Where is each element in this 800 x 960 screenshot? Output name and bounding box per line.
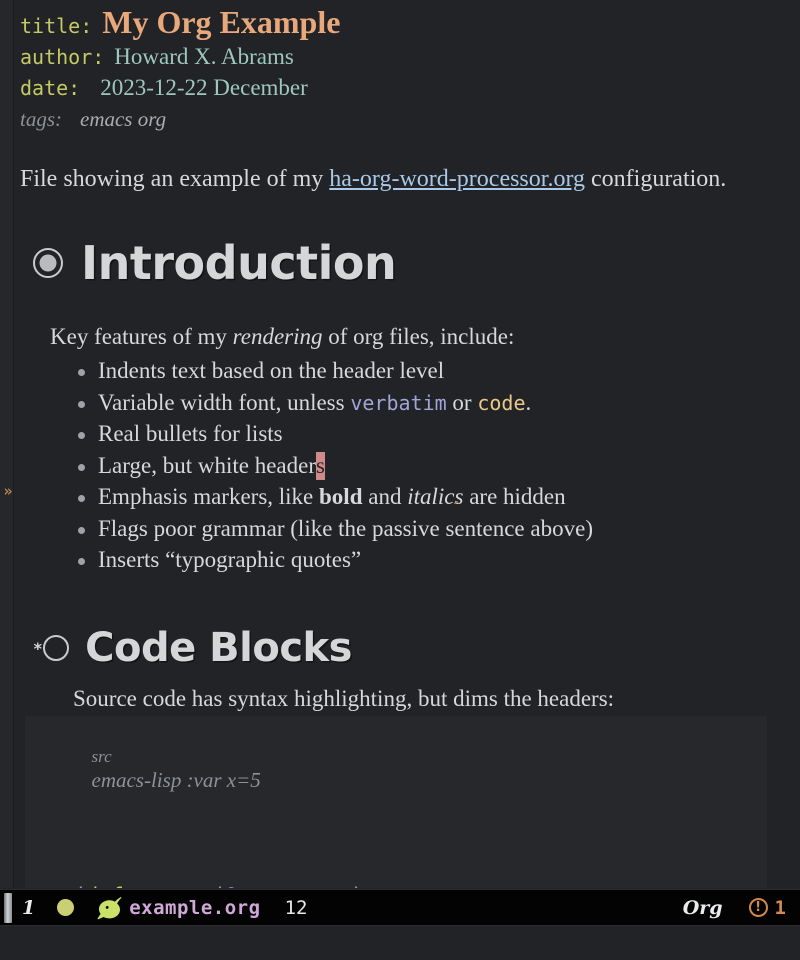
left-fringe: » (0, 0, 14, 888)
list-item: Inserts “typographic quotes” (76, 545, 770, 576)
meta-keyword-author: author: (20, 45, 105, 69)
section-code-blocks-body: Source code has syntax highlighting, but… (25, 686, 800, 888)
list-item-text-before: Large, but white header (98, 452, 316, 478)
section-introduction-body: Key features of my rendering of org file… (50, 324, 770, 577)
heading-stars: * (33, 638, 43, 658)
mode-line[interactable]: 1 example.org 12 Org ! 1 (0, 889, 800, 926)
code-line: (defun sum (&rest nums) (73, 882, 767, 888)
error-exclamation-icon: ! (748, 898, 768, 917)
source-block-code[interactable]: (defun sum (&rest nums) "Sums all the NU… (25, 821, 767, 888)
list-item-text: Indents text based on the header level (98, 358, 445, 383)
bold-span: bold (319, 484, 363, 509)
meta-row-title: title: My Org Example (20, 4, 341, 40)
source-block[interactable]: src emacs-lisp :var x=5 (defun sum (&res… (25, 716, 767, 888)
list-item-text: Real bullets for lists (98, 421, 283, 446)
heading-bullet-hollow-ring-icon (43, 635, 70, 661)
meta-row-tags: tags: emacs org (20, 107, 166, 132)
code-span: code (477, 390, 526, 415)
list-item-text-before: Variable width font, unless (98, 389, 351, 415)
org-link-ha-org-word-processor[interactable]: ha-org-word-processor.org (329, 166, 585, 192)
list-item-text-before: Emphasis markers, like (98, 484, 320, 509)
meta-keyword-title: title: (20, 14, 93, 38)
list-item: Emphasis markers, like bold and italics … (76, 482, 770, 521)
source-block-begin-label: src (91, 747, 112, 766)
list-item-text-after: . (525, 389, 532, 415)
intro-italic: rendering (232, 324, 323, 349)
meta-keyword-date: date: (20, 76, 81, 100)
list-item: Indents text based on the header level (76, 356, 770, 387)
heading-code-blocks[interactable]: * Code Blocks (33, 625, 352, 671)
intro-before: Key features of my (50, 324, 233, 349)
lead-text-before: File showing an example of my (20, 166, 330, 192)
lead-paragraph: File showing an example of my ha-org-wor… (20, 166, 726, 193)
fringe-continuation-icon: » (3, 482, 13, 500)
italic-span-grammar-flagged: italics (407, 482, 463, 521)
mode-line-buffer-name[interactable]: example.org (129, 897, 260, 919)
meta-keyword-tags: tags: (20, 107, 62, 131)
list-item-text-after: are hidden (463, 484, 566, 509)
intro-after: of org files, include: (322, 324, 515, 349)
lead-text-after: configuration. (585, 166, 727, 192)
code-lead-text: Source code has syntax highlighting, but… (73, 686, 615, 711)
meta-row-date: date: 2023-12-22 December (20, 75, 308, 101)
list-item: Flags poor grammar (like the passive sen… (76, 514, 770, 545)
meta-row-author: author: Howard X. Abrams (20, 44, 294, 70)
mode-line-position: 12 (284, 896, 308, 919)
mode-line-grip[interactable] (4, 892, 12, 923)
echo-area[interactable] (0, 927, 800, 960)
verbatim-span: verbatim (350, 390, 447, 415)
list-item-text-middle: and (362, 484, 408, 509)
document-title: My Org Example (102, 4, 341, 40)
error-count: 1 (774, 896, 786, 919)
org-buffer[interactable]: title: My Org Example author: Howard X. … (15, 0, 800, 888)
emacs-frame: » title: My Org Example author: Howard X… (0, 0, 800, 960)
heading-introduction[interactable]: Introduction (33, 236, 397, 290)
document-date: 2023-12-22 December (100, 75, 308, 100)
section-intro-line: Key features of my rendering of org file… (50, 324, 770, 350)
mode-line-major-mode[interactable]: Org (683, 897, 723, 919)
heading-introduction-label: Introduction (81, 236, 397, 290)
document-author: Howard X. Abrams (114, 44, 294, 69)
mode-line-modified-indicator-icon[interactable] (57, 899, 75, 916)
feature-list: Indents text based on the header level V… (50, 356, 770, 576)
list-item-text-middle: or (446, 389, 478, 415)
list-item: Large, but white headers (76, 451, 770, 482)
source-block-begin-line: src emacs-lisp :var x=5 (25, 716, 767, 821)
text-cursor: s (315, 451, 325, 480)
gnu-head-icon (96, 896, 122, 920)
mode-line-window-number: 1 (22, 896, 36, 919)
mode-line-error-indicator[interactable]: ! 1 (748, 896, 786, 919)
list-item-text: Inserts “typographic quotes” (98, 547, 362, 572)
list-item: Real bullets for lists (76, 419, 770, 450)
source-block-args: emacs-lisp :var x=5 (91, 768, 261, 792)
document-tags: emacs org (80, 107, 167, 131)
list-item: Variable width font, unless verbatim or … (76, 388, 770, 419)
list-item-text: Flags poor grammar (like the passive sen… (98, 515, 593, 541)
heading-bullet-filled-ring-icon (33, 248, 63, 278)
heading-code-blocks-label: Code Blocks (85, 625, 352, 671)
